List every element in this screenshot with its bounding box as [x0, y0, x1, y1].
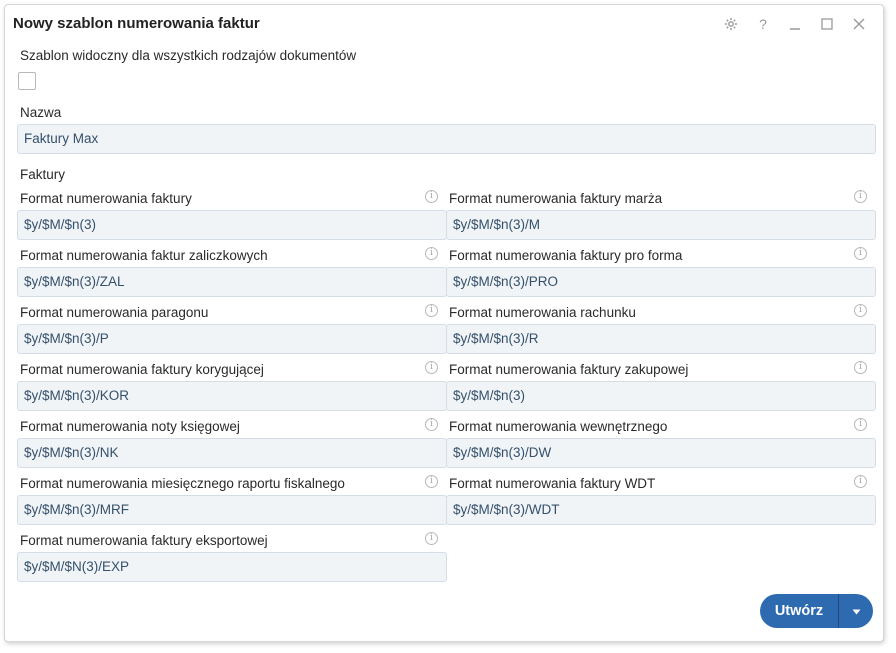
field-input-export-invoice[interactable]: $y/$M/$N(3)/EXP	[17, 552, 447, 582]
field-input-advance-invoices[interactable]: $y/$M/$n(3)/ZAL	[17, 267, 447, 297]
maximize-button[interactable]	[811, 12, 843, 36]
create-options-button[interactable]	[839, 594, 873, 628]
field-input-bill[interactable]: $y/$M/$n(3)/R	[446, 324, 876, 354]
field-input-proforma-invoice[interactable]: $y/$M/$n(3)/PRO	[446, 267, 876, 297]
dialog-title: Nowy szablon numerowania faktur	[13, 15, 260, 32]
field-input-margin-invoice[interactable]: $y/$M/$n(3)/M	[446, 210, 876, 240]
minimize-button[interactable]	[779, 12, 811, 36]
info-icon[interactable]: i	[854, 418, 867, 431]
field-label-monthly-fiscal-report: Format numerowania miesięcznego raportu …	[20, 476, 345, 491]
info-icon[interactable]: i	[854, 247, 867, 260]
field-label-correction-invoice: Format numerowania faktury korygującej	[20, 362, 264, 377]
minimize-icon	[789, 18, 801, 30]
caret-down-icon	[852, 602, 861, 620]
info-icon[interactable]: i	[425, 475, 438, 488]
name-input[interactable]: Faktury Max	[17, 124, 876, 154]
info-icon[interactable]: i	[854, 475, 867, 488]
create-split-button: Utwórz	[760, 594, 873, 628]
field-label-internal: Format numerowania wewnętrznego	[449, 419, 668, 434]
field-input-wdt-invoice[interactable]: $y/$M/$n(3)/WDT	[446, 495, 876, 525]
field-label-accounting-note: Format numerowania noty księgowej	[20, 419, 240, 434]
field-input-receipt[interactable]: $y/$M/$n(3)/P	[17, 324, 447, 354]
settings-button[interactable]	[715, 12, 747, 36]
field-label-export-invoice: Format numerowania faktury eksportowej	[20, 533, 268, 548]
field-label-bill: Format numerowania rachunku	[449, 305, 636, 320]
field-label-purchase-invoice: Format numerowania faktury zakupowej	[449, 362, 689, 377]
question-icon: ?	[759, 16, 767, 32]
info-icon[interactable]: i	[425, 190, 438, 203]
info-icon[interactable]: i	[425, 418, 438, 431]
name-label: Nazwa	[20, 105, 62, 120]
field-input-purchase-invoice[interactable]: $y/$M/$n(3)	[446, 381, 876, 411]
gear-icon	[724, 17, 738, 31]
dialog-titlebar: Nowy szablon numerowania faktur ?	[5, 5, 883, 43]
field-label-wdt-invoice: Format numerowania faktury WDT	[449, 476, 656, 491]
template-dialog: Nowy szablon numerowania faktur ? Szablo…	[4, 4, 884, 642]
info-icon[interactable]: i	[425, 361, 438, 374]
info-icon[interactable]: i	[425, 247, 438, 260]
create-button[interactable]: Utwórz	[760, 594, 839, 628]
field-input-accounting-note[interactable]: $y/$M/$n(3)/NK	[17, 438, 447, 468]
field-label-proforma-invoice: Format numerowania faktury pro forma	[449, 248, 683, 263]
maximize-icon	[821, 18, 833, 30]
info-icon[interactable]: i	[854, 361, 867, 374]
info-icon[interactable]: i	[854, 190, 867, 203]
field-label-advance-invoices: Format numerowania faktur zaliczkowych	[20, 248, 268, 263]
section-title: Faktury	[20, 167, 66, 182]
close-button[interactable]	[843, 12, 875, 36]
help-button[interactable]: ?	[747, 12, 779, 36]
field-input-monthly-fiscal-report[interactable]: $y/$M/$n(3)/MRF	[17, 495, 447, 525]
window-controls: ?	[715, 12, 875, 36]
info-icon[interactable]: i	[425, 304, 438, 317]
info-icon[interactable]: i	[854, 304, 867, 317]
field-label-margin-invoice: Format numerowania faktury marża	[449, 191, 663, 206]
visibility-label: Szablon widoczny dla wszystkich rodzajów…	[20, 48, 357, 63]
visibility-checkbox[interactable]	[18, 72, 36, 90]
field-input-internal[interactable]: $y/$M/$n(3)/DW	[446, 438, 876, 468]
field-input-correction-invoice[interactable]: $y/$M/$n(3)/KOR	[17, 381, 447, 411]
field-label-invoice: Format numerowania faktury	[20, 191, 192, 206]
field-input-invoice[interactable]: $y/$M/$n(3)	[17, 210, 447, 240]
close-icon	[853, 18, 865, 30]
info-icon[interactable]: i	[425, 532, 438, 545]
field-label-receipt: Format numerowania paragonu	[20, 305, 209, 320]
